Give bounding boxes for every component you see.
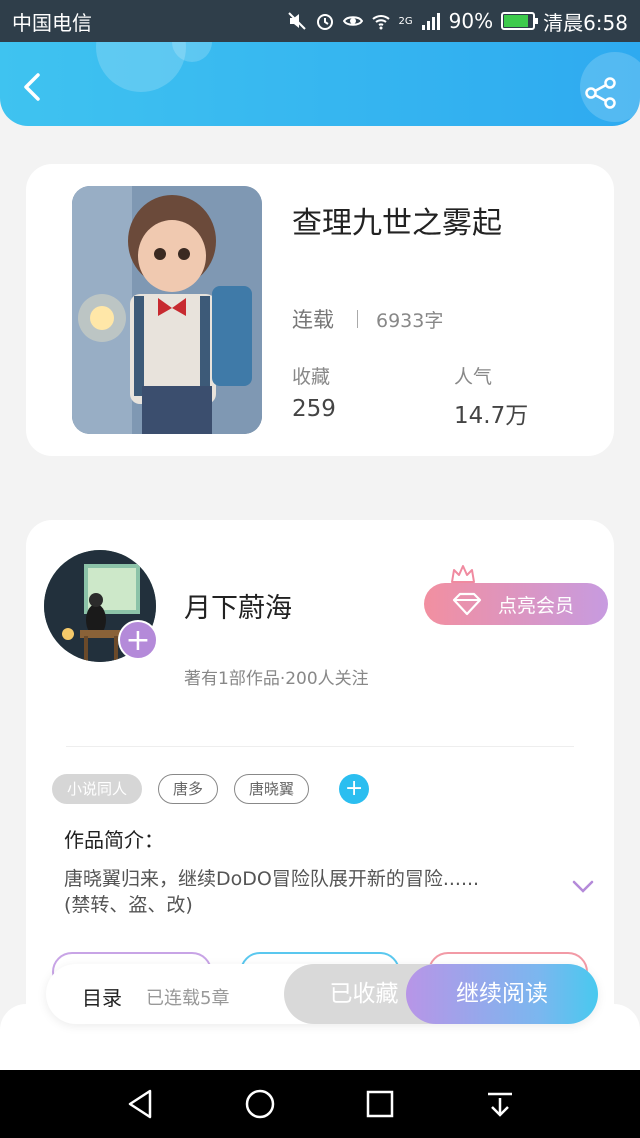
intro-text-line: (禁转、盗、改)	[64, 894, 193, 916]
alarm-icon	[316, 14, 333, 30]
tag-list: 小说同人 唐多 唐晓翼 +	[52, 774, 370, 804]
divider	[66, 746, 574, 747]
continue-reading-button[interactable]: 继续阅读	[406, 964, 598, 1024]
status-bar: 中国电信 2G 90% 清晨6:58	[0, 0, 640, 42]
table-of-contents-button[interactable]: 目录	[82, 982, 122, 1011]
favorites-count: 259	[292, 396, 336, 422]
share-icon[interactable]	[584, 76, 618, 110]
eye-icon	[342, 16, 363, 26]
battery-icon	[501, 12, 539, 30]
vip-label: 点亮会员	[498, 594, 575, 617]
chapter-status: 已连载5章	[146, 988, 230, 1009]
intro-text: 唐晓翼归来，继续DoDO冒险队展开新的冒险...... (禁转、盗、改)	[64, 866, 534, 918]
network-type: 2G	[398, 15, 413, 27]
system-nav-bar	[0, 1070, 640, 1138]
serial-status: 连载	[292, 308, 334, 332]
tag-item[interactable]: 唐晓翼	[234, 774, 310, 804]
back-icon[interactable]	[18, 72, 48, 102]
nav-notification-icon[interactable]	[484, 1088, 516, 1120]
author-meta: 著有1部作品·200人关注	[184, 669, 369, 689]
divider	[357, 310, 358, 328]
battery-percent: 90%	[448, 9, 494, 33]
nav-recents-icon[interactable]	[364, 1088, 396, 1120]
crown-icon	[451, 565, 475, 583]
popularity-count: 14.7万	[454, 403, 529, 429]
tag-item[interactable]: 唐多	[158, 774, 219, 804]
wifi-icon	[371, 15, 390, 30]
add-tag-button[interactable]: +	[339, 774, 370, 804]
tag-item[interactable]: 小说同人	[52, 774, 143, 804]
favorites-label: 收藏	[292, 366, 331, 388]
mute-icon	[287, 12, 306, 30]
book-title: 查理九世之雾起	[292, 206, 502, 241]
bottom-action-bar: 目录 已连载5章 已收藏 继续阅读	[46, 964, 598, 1024]
diamond-icon	[452, 592, 482, 616]
app-header	[0, 42, 640, 126]
status-icons: 2G 90% 清晨6:58	[287, 7, 628, 36]
nav-back-icon[interactable]	[124, 1088, 156, 1120]
book-cover-image	[72, 186, 262, 434]
follow-author-button[interactable]: +	[118, 620, 158, 660]
book-info-card: 查理九世之雾起 连载 6933字 收藏 259 人气 14.7万	[26, 164, 614, 456]
carrier-name: 中国电信	[12, 10, 92, 35]
intro-text-line: 唐晓翼归来，继续DoDO冒险队展开新的冒险......	[64, 868, 480, 890]
chevron-down-icon[interactable]	[572, 880, 594, 894]
word-count: 6933字	[376, 310, 444, 332]
collected-label: 已收藏	[329, 981, 399, 1007]
vip-membership-button[interactable]: 点亮会员	[424, 583, 608, 625]
nav-home-icon[interactable]	[244, 1088, 276, 1120]
clock: 清晨6:58	[543, 10, 628, 35]
intro-label: 作品简介：	[64, 828, 164, 852]
signal-icon	[421, 13, 440, 30]
popularity-label: 人气	[454, 366, 493, 388]
author-name[interactable]: 月下蔚海	[184, 586, 292, 625]
